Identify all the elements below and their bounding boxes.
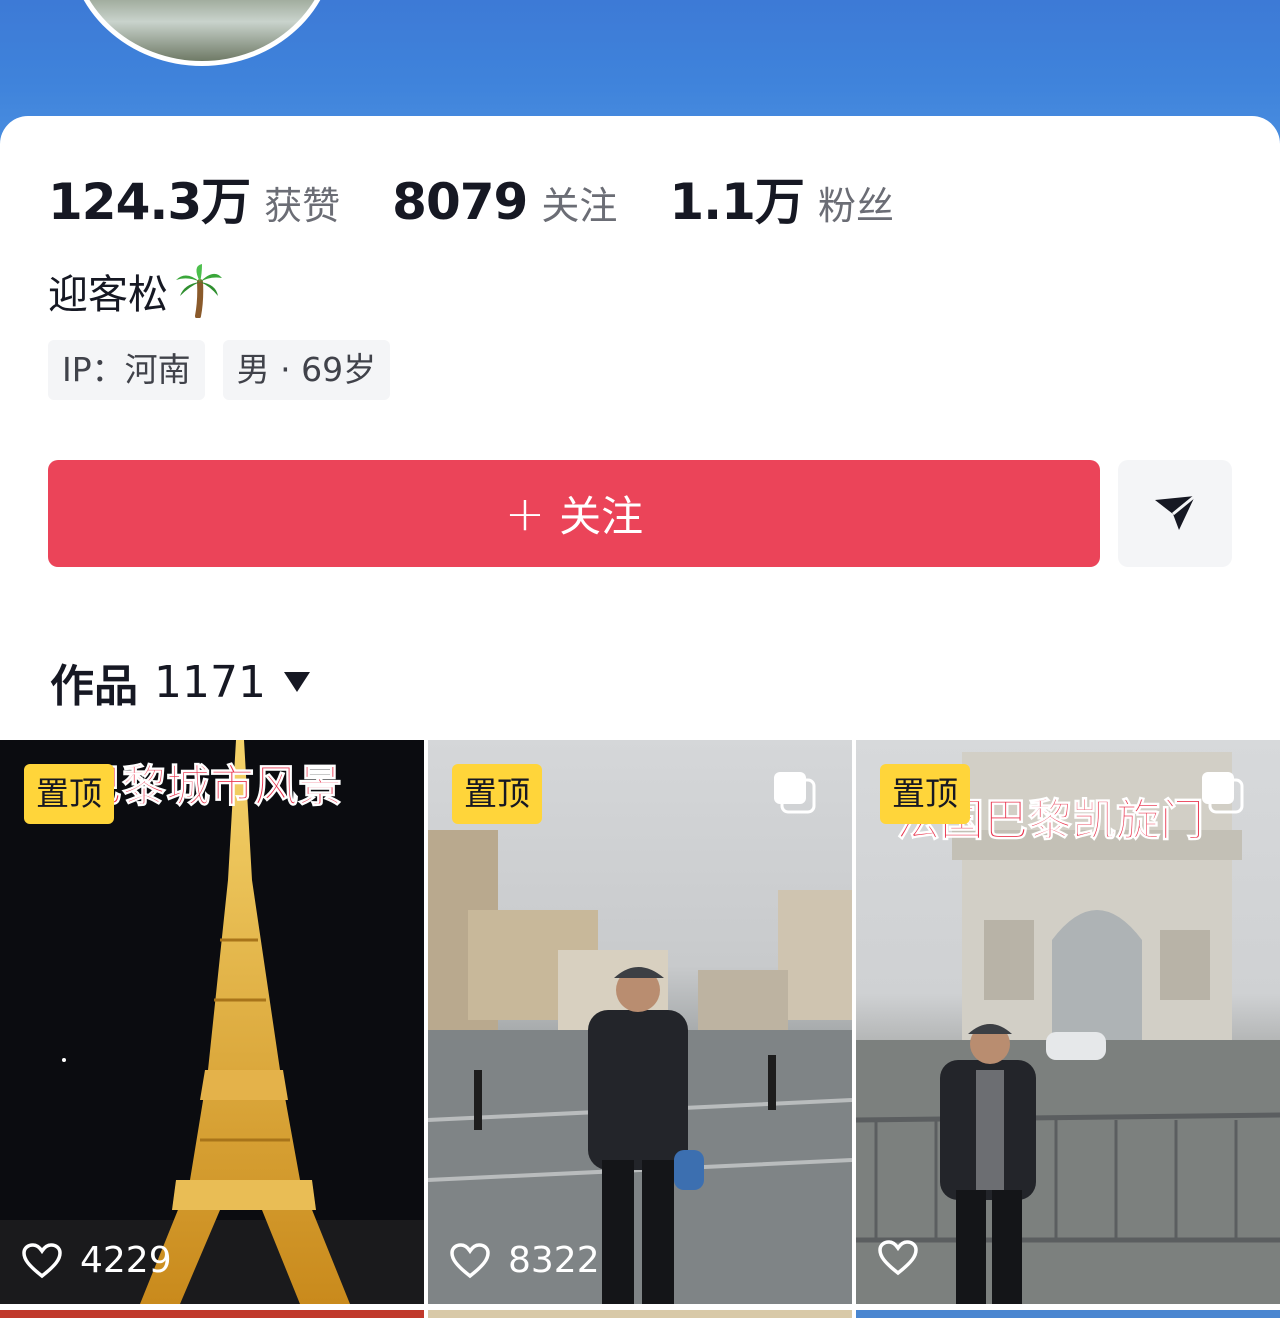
multi-photo-icon <box>774 772 816 814</box>
profile-name: 迎客松 <box>48 262 224 320</box>
gender-age-tag: 男 · 69岁 <box>222 340 391 400</box>
stat-followers-value: 1.1万 <box>669 173 805 231</box>
street-scene-thumbnail <box>428 830 852 1304</box>
next-row-thumbnail[interactable] <box>428 1310 852 1318</box>
follow-button[interactable]: + 关注 <box>48 460 1100 567</box>
stat-following-label: 关注 <box>541 184 618 228</box>
pinned-badge: 置顶 <box>880 764 970 824</box>
stat-likes[interactable]: 124.3万 获赞 <box>48 162 340 234</box>
heart-icon <box>450 1242 490 1278</box>
pinned-badge: 置顶 <box>24 764 114 824</box>
like-count: 4229 <box>22 1240 172 1281</box>
caret-down-icon[interactable] <box>283 672 310 692</box>
stat-followers-label: 粉丝 <box>817 184 894 228</box>
share-button[interactable] <box>1118 460 1232 567</box>
video-caption: 巴黎城市风景 <box>78 761 343 813</box>
eiffel-tower-thumbnail <box>0 740 424 1304</box>
multi-photo-icon <box>1202 772 1244 814</box>
like-count <box>878 1240 936 1276</box>
video-tile[interactable]: 法国巴黎凯旋门 置顶 <box>856 740 1280 1304</box>
follow-button-label: 关注 <box>559 492 644 541</box>
like-count-value: 4229 <box>80 1240 172 1281</box>
profile-stats: 124.3万 获赞 8079 关注 1.1万 粉丝 <box>48 162 946 234</box>
stat-likes-label: 获赞 <box>264 184 341 228</box>
next-row-thumbnail[interactable] <box>856 1310 1280 1318</box>
works-tab[interactable]: 作品 1171 <box>50 650 310 714</box>
works-label: 作品 <box>50 661 138 712</box>
like-count: 8322 <box>450 1240 600 1281</box>
video-tile[interactable]: 置顶 8322 <box>428 740 852 1304</box>
palm-tree-icon <box>174 264 224 319</box>
stat-following[interactable]: 8079 关注 <box>392 173 617 231</box>
heart-icon <box>878 1240 918 1276</box>
video-grid: 巴黎城市风景 置顶 4229 置顶 8322 法国巴黎凯旋门 置顶 <box>0 740 1280 1318</box>
works-count: 1171 <box>154 656 266 708</box>
ip-location-tag: IP：河南 <box>48 340 205 400</box>
pinned-badge: 置顶 <box>452 764 542 824</box>
video-tile[interactable]: 巴黎城市风景 置顶 4229 <box>0 740 424 1304</box>
stat-following-value: 8079 <box>392 173 528 231</box>
stat-likes-value: 124.3万 <box>48 173 251 231</box>
profile-tags: IP：河南 男 · 69岁 <box>48 340 408 400</box>
heart-icon <box>22 1242 62 1278</box>
profile-name-text: 迎客松 <box>48 272 168 318</box>
send-icon <box>1153 492 1197 536</box>
next-row-thumbnail[interactable] <box>0 1310 424 1318</box>
stat-followers[interactable]: 1.1万 粉丝 <box>669 162 894 234</box>
plus-icon: + <box>504 485 546 542</box>
like-count-value: 8322 <box>508 1240 600 1281</box>
